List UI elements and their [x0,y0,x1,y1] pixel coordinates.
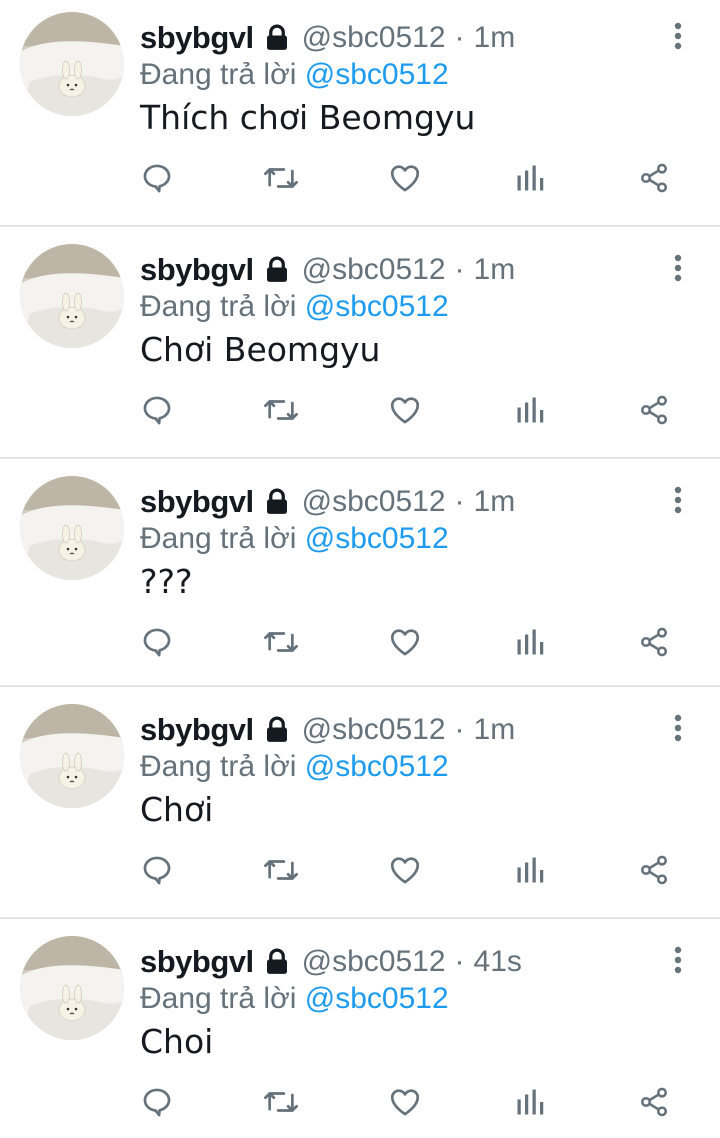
views-icon[interactable] [506,1074,554,1130]
tweet-divider [0,225,720,227]
tweet-item[interactable]: sbybgvl @sbc0512 · 1m Đang trả lời @sbc0… [0,0,720,226]
reply-prefix: Đang trả lời [140,290,297,323]
reply-icon[interactable] [133,1074,181,1130]
tweet-header: sbybgvl @sbc0512 · 1m [140,708,515,752]
display-name[interactable]: sbybgvl [140,484,254,520]
views-icon[interactable] [506,842,554,898]
tweet-actions [0,1074,720,1130]
reply-context: Đang trả lời @sbc0512 [140,750,449,784]
user-handle[interactable]: @sbc0512 [302,945,446,979]
tweet-header: sbybgvl @sbc0512 · 1m [140,16,515,60]
views-icon[interactable] [506,382,554,438]
share-icon[interactable] [630,150,678,206]
lock-icon [262,715,292,745]
timestamp[interactable]: 1m [474,21,516,55]
more-vertical-icon[interactable] [664,482,692,518]
avatar[interactable] [20,936,124,1040]
tweet-header: sbybgvl @sbc0512 · 1m [140,248,515,292]
tweet-item[interactable]: sbybgvl @sbc0512 · 1m Đang trả lời @sbc0… [0,464,720,690]
tweet-actions [0,842,720,898]
like-icon[interactable] [381,1074,429,1130]
timestamp[interactable]: 1m [474,253,516,287]
user-handle[interactable]: @sbc0512 [302,21,446,55]
timestamp[interactable]: 1m [474,485,516,519]
timestamp[interactable]: 1m [474,713,516,747]
reply-mention-link[interactable]: @sbc0512 [305,750,449,783]
display-name[interactable]: sbybgvl [140,252,254,288]
separator-dot: · [454,21,465,54]
separator-dot: · [454,485,465,518]
display-name[interactable]: sbybgvl [140,944,254,980]
retweet-icon[interactable] [257,842,305,898]
like-icon[interactable] [381,382,429,438]
separator-dot: · [454,945,465,978]
reply-context: Đang trả lời @sbc0512 [140,58,449,92]
reply-icon[interactable] [133,842,181,898]
avatar[interactable] [20,244,124,348]
retweet-icon[interactable] [257,1074,305,1130]
tweet-text: ??? [140,562,193,601]
tweet-divider [0,685,720,687]
tweet-text: Chơi Beomgyu [140,330,381,369]
share-icon[interactable] [630,842,678,898]
reply-prefix: Đang trả lời [140,58,297,91]
user-handle[interactable]: @sbc0512 [302,253,446,287]
share-icon[interactable] [630,614,678,670]
like-icon[interactable] [381,150,429,206]
more-vertical-icon[interactable] [664,250,692,286]
views-icon[interactable] [506,614,554,670]
reply-prefix: Đang trả lời [140,982,297,1015]
reply-mention-link[interactable]: @sbc0512 [305,58,449,91]
reply-icon[interactable] [133,614,181,670]
lock-icon [262,947,292,977]
lock-icon [262,255,292,285]
lock-icon [262,23,292,53]
tweet-actions [0,150,720,206]
avatar[interactable] [20,12,124,116]
reply-prefix: Đang trả lời [140,750,297,783]
retweet-icon[interactable] [257,150,305,206]
reply-context: Đang trả lời @sbc0512 [140,522,449,556]
reply-icon[interactable] [133,382,181,438]
tweet-text: Thích chơi Beomgyu [140,98,476,137]
like-icon[interactable] [381,614,429,670]
tweet-divider [0,917,720,919]
lock-icon [262,487,292,517]
tweet-text: Chơi [140,790,214,829]
more-vertical-icon[interactable] [664,942,692,978]
display-name[interactable]: sbybgvl [140,20,254,56]
separator-dot: · [454,713,465,746]
user-handle[interactable]: @sbc0512 [302,485,446,519]
reply-icon[interactable] [133,150,181,206]
tweet-actions [0,382,720,438]
reply-mention-link[interactable]: @sbc0512 [305,290,449,323]
reply-context: Đang trả lời @sbc0512 [140,982,449,1016]
tweet-actions [0,614,720,670]
tweet-item[interactable]: sbybgvl @sbc0512 · 1m Đang trả lời @sbc0… [0,232,720,458]
tweet-item[interactable]: sbybgvl @sbc0512 · 1m Đang trả lời @sbc0… [0,692,720,918]
tweet-header: sbybgvl @sbc0512 · 1m [140,480,515,524]
tweet-item[interactable]: sbybgvl @sbc0512 · 41s Đang trả lời @sbc… [0,924,720,1138]
retweet-icon[interactable] [257,382,305,438]
like-icon[interactable] [381,842,429,898]
avatar[interactable] [20,704,124,808]
reply-prefix: Đang trả lời [140,522,297,555]
tweet-header: sbybgvl @sbc0512 · 41s [140,940,522,984]
views-icon[interactable] [506,150,554,206]
reply-mention-link[interactable]: @sbc0512 [305,982,449,1015]
more-vertical-icon[interactable] [664,18,692,54]
retweet-icon[interactable] [257,614,305,670]
display-name[interactable]: sbybgvl [140,712,254,748]
share-icon[interactable] [630,1074,678,1130]
share-icon[interactable] [630,382,678,438]
separator-dot: · [454,253,465,286]
tweet-divider [0,457,720,459]
user-handle[interactable]: @sbc0512 [302,713,446,747]
reply-mention-link[interactable]: @sbc0512 [305,522,449,555]
timestamp[interactable]: 41s [474,945,522,979]
more-vertical-icon[interactable] [664,710,692,746]
reply-context: Đang trả lời @sbc0512 [140,290,449,324]
avatar[interactable] [20,476,124,580]
tweet-text: Choi [140,1022,214,1061]
